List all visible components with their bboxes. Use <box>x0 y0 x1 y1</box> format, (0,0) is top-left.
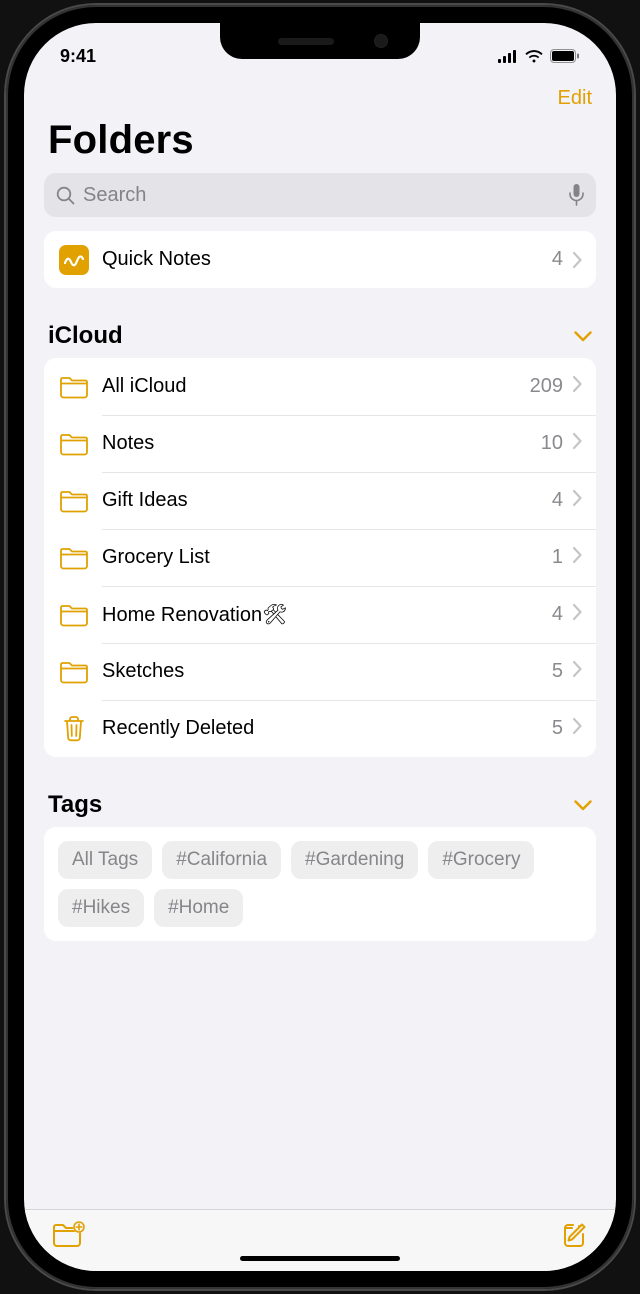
nav-bar: Edit <box>24 77 616 114</box>
folder-row[interactable]: Home Renovation🛠4 <box>44 586 596 643</box>
page-title: Folders <box>24 114 616 173</box>
chevron-right-icon <box>573 547 582 568</box>
folder-row[interactable]: Gift Ideas4 <box>44 472 596 529</box>
quick-notes-label: Quick Notes <box>102 248 552 271</box>
chevron-right-icon <box>573 490 582 511</box>
folder-row[interactable]: Grocery List1 <box>44 529 596 586</box>
quick-notes-count: 4 <box>552 248 563 271</box>
folder-label: Recently Deleted <box>102 717 552 740</box>
tags-card: All Tags #California #Gardening #Grocery #Hi… <box>44 827 596 941</box>
compose-icon <box>560 1221 588 1249</box>
quick-note-icon <box>58 244 90 276</box>
screen: 9:41 Edit Folders Search <box>24 23 616 1271</box>
chevron-right-icon <box>573 252 582 268</box>
search-field[interactable]: Search <box>44 173 596 217</box>
folder-label: Grocery List <box>102 546 552 569</box>
folder-label: Home Renovation🛠 <box>102 602 552 627</box>
folder-row[interactable]: Sketches5 <box>44 643 596 700</box>
folder-count: 1 <box>552 546 563 569</box>
folder-count: 5 <box>552 717 563 740</box>
tag-chip[interactable]: #Hikes <box>58 889 144 927</box>
status-time: 9:41 <box>60 46 96 67</box>
cellular-icon <box>498 50 518 63</box>
content: Edit Folders Search Quick Notes 4 <box>24 23 616 1271</box>
folder-count: 4 <box>552 603 563 626</box>
chevron-right-icon <box>573 604 582 625</box>
quick-notes-card: Quick Notes 4 <box>44 231 596 288</box>
compose-button[interactable] <box>560 1221 588 1254</box>
new-folder-icon <box>52 1221 86 1249</box>
tags-header[interactable]: Tags <box>24 775 616 827</box>
chevron-right-icon <box>573 718 582 739</box>
folder-icon <box>58 371 90 403</box>
folder-label: Gift Ideas <box>102 489 552 512</box>
phone-frame: 9:41 Edit Folders Search <box>6 5 634 1289</box>
chevron-down-icon <box>574 331 592 342</box>
new-folder-button[interactable] <box>52 1221 86 1254</box>
edit-button[interactable]: Edit <box>558 87 592 110</box>
tag-chip[interactable]: All Tags <box>58 841 152 879</box>
home-indicator[interactable] <box>240 1256 400 1261</box>
bottom-toolbar <box>24 1209 616 1271</box>
tags-title: Tags <box>48 791 102 819</box>
folder-row[interactable]: Notes10 <box>44 415 596 472</box>
folder-count: 4 <box>552 489 563 512</box>
notch <box>220 23 420 59</box>
folder-icon <box>58 656 90 688</box>
chevron-right-icon <box>573 661 582 682</box>
folder-icon <box>58 428 90 460</box>
folder-icon <box>58 599 90 631</box>
folder-row[interactable]: Recently Deleted5 <box>44 700 596 757</box>
folder-label: Notes <box>102 432 541 455</box>
chevron-down-icon <box>574 800 592 811</box>
folder-icon <box>58 542 90 574</box>
speaker <box>278 38 334 45</box>
status-indicators <box>498 49 580 63</box>
folder-count: 5 <box>552 660 563 683</box>
folder-label: All iCloud <box>102 375 530 398</box>
quick-notes-row[interactable]: Quick Notes 4 <box>44 231 596 288</box>
icloud-folders-card: All iCloud209Notes10Gift Ideas4Grocery L… <box>44 358 596 757</box>
chevron-right-icon <box>573 376 582 397</box>
search-icon <box>56 186 75 205</box>
icloud-title: iCloud <box>48 322 123 350</box>
folder-count: 209 <box>530 375 563 398</box>
scroll-area[interactable]: Quick Notes 4 iCloud All iCloud209Notes1… <box>24 231 616 1209</box>
mic-icon[interactable] <box>569 184 584 206</box>
search-placeholder: Search <box>83 184 561 207</box>
tag-chip[interactable]: #Grocery <box>428 841 534 879</box>
wifi-icon <box>524 49 544 63</box>
battery-icon <box>550 49 580 63</box>
chevron-right-icon <box>573 433 582 454</box>
trash-icon <box>58 713 90 745</box>
tag-chip[interactable]: #Home <box>154 889 243 927</box>
folder-label: Sketches <box>102 660 552 683</box>
icloud-header[interactable]: iCloud <box>24 306 616 358</box>
tag-chip[interactable]: #California <box>162 841 281 879</box>
front-camera <box>374 34 388 48</box>
folder-count: 10 <box>541 432 563 455</box>
tag-chip[interactable]: #Gardening <box>291 841 418 879</box>
folder-icon <box>58 485 90 517</box>
folder-row[interactable]: All iCloud209 <box>44 358 596 415</box>
